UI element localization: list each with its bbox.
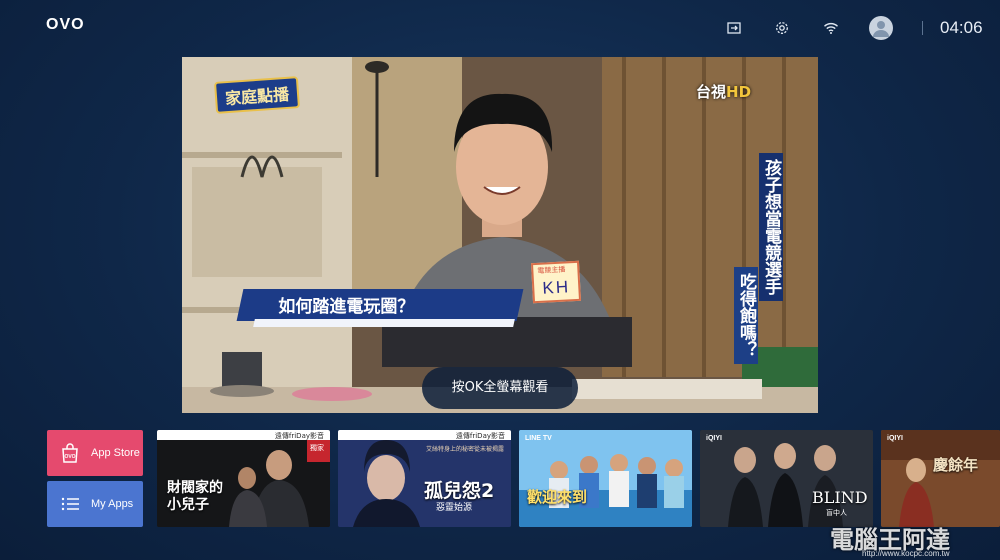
content-card-5[interactable]: iQIYI 慶餘年 xyxy=(881,430,1000,527)
content-card-3[interactable]: LINE TV 歡迎來到 xyxy=(519,430,692,527)
name-tag-text: KH xyxy=(541,277,571,298)
question-text: 如何踏進電玩圈？ xyxy=(278,297,415,317)
question-banner: 如何踏進電玩圈？ xyxy=(236,289,524,321)
ovo-logo: OVO xyxy=(46,16,85,33)
card-badge: 獨家 xyxy=(310,444,324,452)
card-provider: iQIYI xyxy=(887,435,903,442)
wifi-icon[interactable] xyxy=(821,18,841,38)
card-tagline: 艾絲特身上的秘密從未被揭露 xyxy=(426,446,505,453)
watermark-url: http://www.kocpc.com.tw xyxy=(862,549,950,558)
name-tag-label: 電競主播 xyxy=(537,266,566,275)
app-store-tile[interactable]: OVO App Store xyxy=(47,430,143,476)
show-logo: 家庭點播 xyxy=(213,76,301,114)
card-subtitle: 惡靈始源 xyxy=(436,503,473,513)
tv-scene-image xyxy=(182,57,818,413)
live-tv-preview[interactable]: 家庭點播 台視HD 孩子想當電競選手 吃得飽嗎？ 如何踏進電玩圈？ 電競主播 K… xyxy=(182,57,818,413)
card-provider-strip: 遠傳friDay影音 xyxy=(157,430,330,440)
topbar-divider xyxy=(922,21,923,35)
caption-sub: 吃得飽嗎？ xyxy=(734,267,758,364)
card-provider-strip: 遠傳friDay影音 xyxy=(338,430,511,440)
user-avatar-icon[interactable] xyxy=(869,16,893,40)
clock: 04:06 xyxy=(940,18,983,37)
content-card-2[interactable]: 遠傳friDay影音 艾絲特身上的秘密從未被揭露 孤兒怨2 惡靈始源 xyxy=(338,430,511,527)
question-underline xyxy=(253,319,515,327)
broadcaster-name: 台視 xyxy=(696,83,727,101)
list-icon xyxy=(59,493,81,515)
top-bar: OVO 04:06 xyxy=(0,0,1000,56)
content-card-4[interactable]: iQIYI BLIND 盲中人 xyxy=(700,430,873,527)
hd-badge: HD xyxy=(726,83,752,101)
content-card-1[interactable]: 遠傳friDay影音 財閥家的 小兒子 獨家 xyxy=(157,430,330,527)
caption-main: 孩子想當電競選手 xyxy=(759,153,783,301)
card-title: 財閥家的 小兒子 xyxy=(167,480,223,513)
input-source-icon[interactable] xyxy=(724,18,744,38)
my-apps-tile[interactable]: My Apps xyxy=(47,481,143,527)
card-poster-3 xyxy=(519,430,692,527)
name-tag: 電競主播 KH xyxy=(530,260,582,304)
card-provider: LINE TV xyxy=(525,435,552,442)
shopping-bag-icon: OVO xyxy=(59,442,81,464)
svg-text:OVO: OVO xyxy=(64,454,75,460)
card-subtitle: 盲中人 xyxy=(826,509,847,517)
card-poster-4 xyxy=(700,430,873,527)
card-provider: iQIYI xyxy=(706,435,722,442)
card-title: 孤兒怨2 xyxy=(424,480,495,502)
app-store-label: App Store xyxy=(91,447,140,459)
card-title: 歡迎來到 xyxy=(527,488,588,506)
settings-gear-icon[interactable] xyxy=(772,18,792,38)
card-title: 慶餘年 xyxy=(933,456,979,474)
my-apps-label: My Apps xyxy=(91,498,134,510)
fullscreen-hint-button[interactable]: 按OK全螢幕觀看 xyxy=(422,367,578,409)
broadcaster-logo: 台視HD xyxy=(696,81,751,102)
card-title: BLIND xyxy=(812,488,868,507)
card-poster-5 xyxy=(881,430,1000,527)
